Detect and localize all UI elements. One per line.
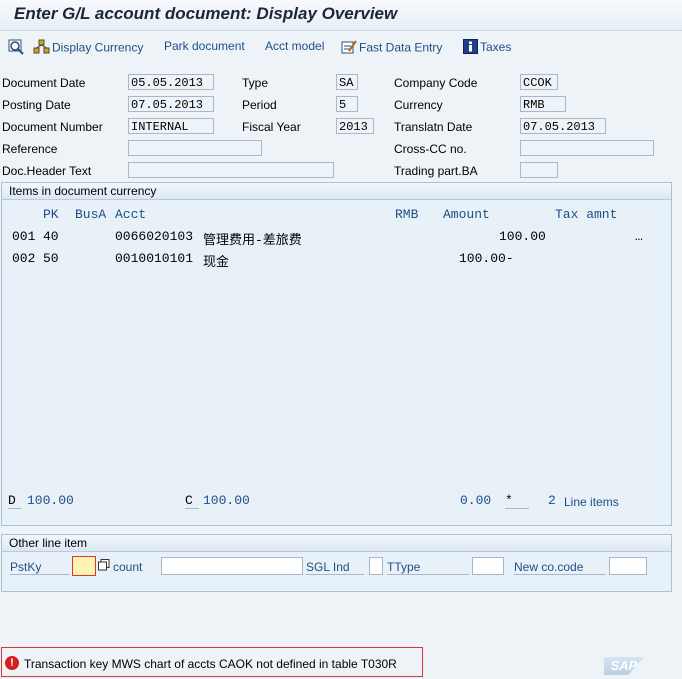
doc-header-text-label: Doc.Header Text (2, 164, 92, 178)
sap-logo: SAP (604, 657, 644, 675)
sgl-ind-label: SGL Ind (306, 560, 364, 575)
row-account-text: 现金 (203, 255, 230, 270)
type-label: Type (242, 76, 269, 90)
trading-part-ba-label: Trading part.BA (394, 164, 478, 178)
row-account: 0010010101 (115, 251, 194, 266)
currency-label: Currency (394, 98, 443, 112)
debit-total: 100.00 (27, 493, 74, 508)
company-code-label: Company Code (394, 76, 478, 90)
line-items-count: 2 (548, 493, 556, 508)
pstky-label: PstKy (10, 560, 70, 575)
acct-model-label: Acct model (265, 39, 325, 53)
edit-form-icon (341, 39, 357, 58)
status-message: Transaction key MWS chart of accts CAOK … (24, 657, 397, 671)
reference-field[interactable] (128, 140, 262, 156)
reference-label: Reference (2, 142, 58, 156)
items-group-header: Items in document currency (2, 183, 671, 200)
account-label: count (113, 560, 143, 574)
line-items-label: Line items (564, 495, 619, 509)
ttype-label: TType (387, 560, 469, 575)
application-toolbar: Display Currency Park document Acct mode… (0, 31, 682, 61)
trading-part-ba-field[interactable] (520, 162, 558, 178)
title-bar: Enter G/L account document: Display Over… (0, 0, 682, 31)
currency-tree-icon (33, 39, 50, 58)
credit-indicator: C (185, 493, 199, 509)
park-document-label: Park document (164, 39, 245, 53)
period-label: Period (242, 98, 277, 112)
pstky-field[interactable] (72, 556, 96, 576)
row-account: 0066020103 (115, 229, 194, 244)
row-number: 002 (12, 251, 36, 266)
company-code-field[interactable]: CCOK (520, 74, 558, 90)
balance-value: 0.00 (460, 493, 492, 508)
period-field[interactable]: 5 (336, 96, 358, 112)
column-pk: PK (43, 207, 59, 222)
row-tax-amount: … (635, 229, 643, 244)
row-amount: 100.00 (499, 229, 546, 244)
taxes-button[interactable]: Taxes (463, 39, 511, 57)
new-cocode-label: New co.code (514, 560, 606, 575)
row-number: 001 (12, 229, 36, 244)
fiscal-year-label: Fiscal Year (242, 120, 301, 134)
items-group-title: Items in document currency (9, 184, 157, 198)
row-posting-key: 50 (43, 251, 59, 266)
balance-status: * (505, 493, 529, 509)
row-amount: 100.00- (459, 251, 514, 266)
row-posting-key: 40 (43, 229, 59, 244)
debit-indicator: D (8, 493, 22, 509)
doc-header-text-field[interactable] (128, 162, 334, 178)
document-date-field[interactable]: 05.05.2013 (128, 74, 214, 90)
taxes-label: Taxes (480, 40, 512, 55)
column-rmb: RMB (395, 207, 419, 222)
translatn-date-label: Translatn Date (394, 120, 473, 134)
translatn-date-field[interactable]: 07.05.2013 (520, 118, 606, 134)
document-number-field[interactable]: INTERNAL (128, 118, 214, 134)
window-title: Enter G/L account document: Display Over… (14, 4, 398, 23)
other-line-item-header: Other line item (2, 535, 671, 552)
cross-cc-no-field[interactable] (520, 140, 654, 156)
other-document-button[interactable] (8, 39, 28, 58)
column-busa: BusA (75, 207, 107, 222)
posting-date-label: Posting Date (2, 98, 71, 112)
display-currency-label: Display Currency (52, 40, 144, 55)
document-date-label: Document Date (2, 76, 86, 90)
status-bar[interactable]: ! Transaction key MWS chart of accts CAO… (1, 647, 423, 677)
park-document-button[interactable]: Park document (164, 39, 245, 53)
ttype-field[interactable] (472, 557, 504, 575)
posting-date-field[interactable]: 07.05.2013 (128, 96, 214, 112)
account-field[interactable] (161, 557, 303, 575)
column-amount: Amount (443, 207, 490, 222)
other-line-item-group: Other line item PstKy count SGL Ind TTyp… (1, 534, 672, 592)
new-cocode-field[interactable] (609, 557, 647, 575)
copy-icon[interactable] (98, 559, 110, 574)
fiscal-year-field[interactable]: 2013 (336, 118, 374, 134)
currency-field[interactable]: RMB (520, 96, 566, 112)
display-currency-button[interactable]: Display Currency (33, 39, 143, 58)
info-icon (463, 39, 478, 57)
magnifier-icon (8, 39, 26, 58)
type-field[interactable]: SA (336, 74, 358, 90)
column-tax-amnt: Tax amnt (555, 207, 618, 222)
acct-model-button[interactable]: Acct model (265, 39, 324, 53)
document-number-label: Document Number (2, 120, 103, 134)
other-line-item-title: Other line item (9, 536, 88, 550)
fast-data-entry-button[interactable]: Fast Data Entry (341, 39, 442, 58)
error-icon: ! (5, 656, 19, 670)
items-group: Items in document currency PK BusA Acct … (1, 182, 672, 526)
fast-data-entry-label: Fast Data Entry (359, 40, 443, 55)
credit-total: 100.00 (203, 493, 250, 508)
sgl-ind-field[interactable] (369, 557, 383, 575)
column-acct: Acct (115, 207, 147, 222)
cross-cc-no-label: Cross-CC no. (394, 142, 467, 156)
row-account-text: 管理费用-差旅费 (203, 233, 302, 248)
